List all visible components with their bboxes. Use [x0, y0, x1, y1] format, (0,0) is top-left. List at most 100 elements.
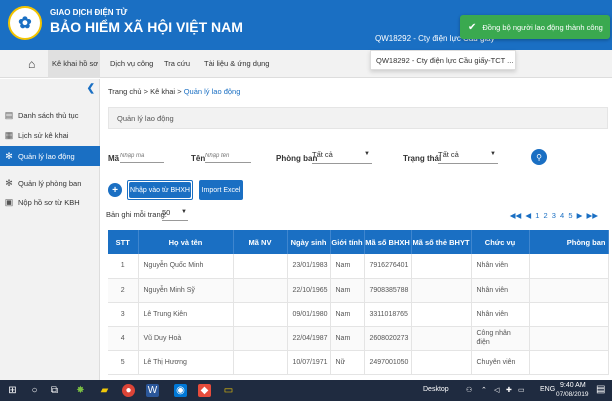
ma-label: Mã [108, 154, 120, 163]
phong-ban-select[interactable]: Tất cả ▼ [312, 150, 372, 164]
gear-icon: ✻ [5, 177, 13, 188]
trang-thai-select[interactable]: Tất cả ▼ [438, 150, 498, 164]
app-icon[interactable]: ◉ [174, 384, 187, 397]
table-row[interactable]: 3 Lê Trung Kiên 09/01/1980 Nam 331101876… [108, 302, 609, 326]
col-header[interactable]: Phòng ban [529, 230, 609, 254]
cell: 2497001050 [364, 350, 412, 374]
page-size-select[interactable]: 50 ▼ [162, 208, 188, 221]
history-icon: ▦ [4, 129, 14, 140]
cell: 1 [108, 254, 139, 278]
table-row[interactable]: 2 Nguyễn Minh Sỹ 22/10/1965 Nam 79083857… [108, 278, 609, 302]
prev-page-icon[interactable]: ◀ [525, 211, 531, 220]
first-page-icon[interactable]: ◀◀ [510, 211, 522, 220]
chevron-up-icon[interactable]: ⌃ [481, 386, 487, 394]
cell: 10/07/1971 [287, 350, 331, 374]
app-icon[interactable]: ✸ [74, 384, 87, 397]
page-size-value: 50 [162, 208, 171, 217]
cell: 09/01/1980 [287, 302, 331, 326]
cell: Lê Trung Kiên [138, 302, 234, 326]
phong-ban-value: Tất cả [312, 150, 333, 159]
task-view-icon[interactable]: ⧉ [48, 384, 61, 397]
word-icon[interactable]: W [146, 384, 159, 397]
col-header[interactable]: Chức vụ [471, 230, 530, 254]
people-icon[interactable]: ⚇ [466, 386, 472, 394]
search-icon[interactable]: ○ [28, 384, 41, 397]
cell [233, 326, 288, 350]
col-header[interactable]: Mã số thẻ BHYT [411, 230, 472, 254]
chrome-icon[interactable]: ● [122, 384, 135, 397]
company-option[interactable]: QW18292 - Cty điện lực Cầu giấy-TCT ... [370, 50, 516, 70]
folder-icon[interactable]: ▰ [98, 384, 111, 397]
cell: Nhân viên [471, 278, 530, 302]
check-icon: ✔ [468, 21, 477, 33]
col-header[interactable]: Mã NV [233, 230, 288, 254]
cell [411, 350, 472, 374]
cell: 2608020273 [364, 326, 412, 350]
top-nav: ⌂ Kê khai hồ sơ Dịch vụ công Tra cứu Tài… [0, 50, 612, 78]
cell: Công nhân điện [471, 326, 530, 350]
header-title: BẢO HIỂM XÃ HỘI VIỆT NAM [50, 19, 243, 35]
employee-table: STT Họ và tên Mã NV Ngày sinh Giới tính … [108, 230, 609, 375]
ma-input[interactable] [120, 149, 164, 163]
col-header[interactable]: Mã số BHXH [364, 230, 412, 254]
breadcrumb: Trang chủ > Kê khai > Quản lý lao động [108, 87, 240, 96]
sidebar-item-danh-sach-thu-tuc[interactable]: ▤ Danh sách thủ tục [0, 105, 100, 125]
page-3[interactable]: 3 [552, 211, 556, 220]
page-4[interactable]: 4 [560, 211, 564, 220]
sidebar-item-nop-ho-so[interactable]: ▣ Nộp hồ sơ từ KBH [0, 192, 100, 212]
import-excel-button[interactable]: Import Excel [199, 180, 243, 200]
next-page-icon[interactable]: ▶ [577, 211, 583, 220]
nav-item-tai-lieu[interactable]: Tài liệu & ứng dụng [204, 59, 269, 68]
cell: Nữ [330, 350, 365, 374]
cell: 23/01/1983 [287, 254, 331, 278]
page-1[interactable]: 1 [535, 211, 539, 220]
nav-item-tra-cuu[interactable]: Tra cứu [164, 59, 190, 68]
breadcrumb-section[interactable]: Kê khai [150, 87, 175, 96]
breadcrumb-home[interactable]: Trang chủ [108, 87, 142, 96]
ten-input[interactable] [205, 149, 251, 163]
table-row[interactable]: 4 Vũ Duy Hoà 22/04/1987 Nam 2608020273 C… [108, 326, 609, 350]
windows-start-icon[interactable]: ⊞ [6, 384, 19, 397]
sidebar-item-quan-ly-lao-dong[interactable]: ✻ Quản lý lao động [0, 146, 100, 166]
cell [233, 254, 288, 278]
cell: Nhân viên [471, 254, 530, 278]
network-icon[interactable]: ✚ [506, 386, 512, 394]
table-row[interactable]: 1 Nguyễn Quốc Minh 23/01/1983 Nam 791627… [108, 254, 609, 278]
notification-icon[interactable]: ▤ [596, 384, 605, 395]
cell: Nam [330, 254, 365, 278]
battery-icon[interactable]: ▭ [518, 386, 525, 394]
page-size-label: Bản ghi mỗi trang: [106, 210, 167, 219]
cell [529, 350, 609, 374]
volume-icon[interactable]: ◁ [494, 386, 499, 394]
chevron-down-icon: ▼ [490, 151, 496, 157]
desktop-label[interactable]: Desktop [423, 386, 449, 393]
bhxh-logo: ✿ [8, 6, 42, 40]
col-header[interactable]: STT [108, 230, 139, 254]
app-icon[interactable]: ◆ [198, 384, 211, 397]
last-page-icon[interactable]: ▶▶ [586, 211, 598, 220]
nav-item-ke-khai[interactable]: Kê khai hồ sơ [52, 59, 98, 68]
page-5[interactable]: 5 [568, 211, 572, 220]
table-row[interactable]: 5 Lê Thị Hương 10/07/1971 Nữ 2497001050 … [108, 350, 609, 374]
col-header[interactable]: Giới tính [330, 230, 365, 254]
sidebar-item-label: Quản lý phòng ban [18, 178, 82, 188]
add-button[interactable]: + [108, 183, 122, 197]
page-2[interactable]: 2 [544, 211, 548, 220]
search-button[interactable]: ⚲ [531, 149, 547, 165]
cell: 2 [108, 278, 139, 302]
toast-message: Đồng bộ người lao động thành công [482, 22, 603, 32]
sidebar-item-quan-ly-phong-ban[interactable]: ✻ Quản lý phòng ban [0, 173, 100, 193]
language-indicator[interactable]: ENG [540, 386, 555, 393]
clock-date[interactable]: 07/08/2019 [556, 391, 589, 398]
sidebar-item-lich-su[interactable]: ▦ Lịch sử kê khai [0, 125, 100, 145]
nav-item-dich-vu-cong[interactable]: Dịch vụ công [110, 59, 153, 68]
col-header[interactable]: Họ và tên [138, 230, 234, 254]
clock-time[interactable]: 9:40 AM [560, 382, 586, 389]
home-icon[interactable]: ⌂ [28, 57, 35, 71]
col-header[interactable]: Ngày sinh [287, 230, 331, 254]
collapse-icon[interactable]: ❮ [87, 83, 95, 94]
panel-title: Quản lý lao động [108, 107, 608, 129]
cell [411, 302, 472, 326]
file-explorer-icon[interactable]: ▭ [222, 384, 235, 397]
import-bhxh-button[interactable]: Nhập vào từ BHXH [129, 182, 191, 198]
